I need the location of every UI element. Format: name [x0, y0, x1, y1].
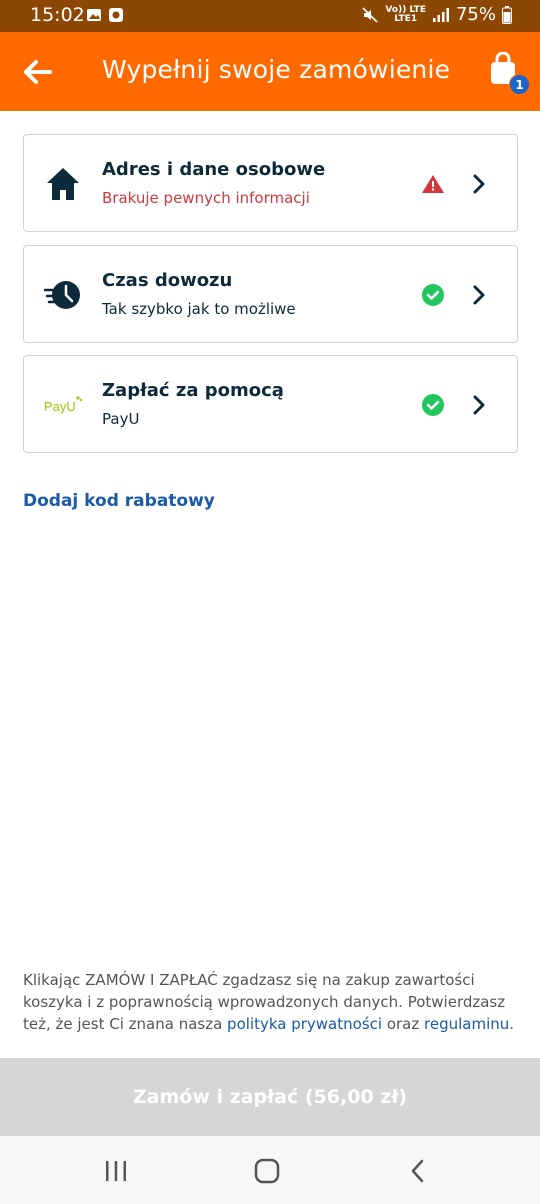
cart-count-badge: 1 — [509, 74, 530, 95]
arrow-left-icon — [24, 60, 52, 84]
network-bottom: LTE1 — [394, 13, 418, 24]
section-subtitle: Tak szybko jak to możliwe — [102, 300, 296, 318]
app-bar: Wypełnij swoje zamówienie — [0, 32, 540, 111]
back-button[interactable] — [22, 56, 56, 88]
battery-percent: 75% — [455, 4, 496, 25]
status-bar: 15:02 Vo)) LTE LTE1 75% — [0, 0, 540, 32]
chevron-right-icon — [473, 285, 485, 305]
mute-icon — [362, 6, 378, 23]
home-circle-icon — [254, 1158, 280, 1184]
recent-apps-icon — [106, 1161, 126, 1181]
terms-text-middle: oraz — [382, 1015, 424, 1033]
privacy-policy-link[interactable]: polityka prywatności — [227, 1015, 382, 1033]
section-subtitle: Brakuje pewnych informacji — [102, 189, 310, 207]
chevron-left-icon — [411, 1159, 424, 1183]
gallery-icon — [87, 9, 101, 21]
app-notification-icon — [109, 8, 123, 22]
section-title: Zapłać za pomocą — [102, 380, 284, 401]
page-title: Wypełnij swoje zamówienie — [102, 55, 451, 84]
recent-apps-button[interactable] — [102, 1158, 130, 1184]
battery-icon — [502, 5, 512, 24]
chevron-right-icon — [473, 395, 485, 415]
delivery-time-section[interactable]: Czas dowozu Tak szybko jak to możliwe — [23, 245, 518, 343]
payu-logo: PayU — [44, 396, 83, 414]
address-section[interactable]: Adres i dane osobowe Brakuje pewnych inf… — [23, 134, 518, 232]
system-back-button[interactable] — [405, 1158, 433, 1184]
order-and-pay-button[interactable]: Zamów i zapłać (56,00 zł) — [0, 1058, 540, 1136]
notification-icons — [86, 7, 124, 23]
add-discount-code-link[interactable]: Dodaj kod rabatowy — [23, 491, 215, 511]
house-icon — [47, 168, 79, 200]
network-indicator: Vo)) LTE LTE1 — [385, 5, 426, 24]
check-circle-icon — [422, 284, 444, 306]
status-time: 15:02 — [30, 4, 85, 26]
svg-text:PayU: PayU — [44, 399, 76, 414]
terms-text: Klikając ZAMÓW I ZAPŁAĆ zgadzasz się na … — [23, 969, 523, 1035]
status-right: Vo)) LTE LTE1 75% — [361, 4, 512, 25]
section-title: Czas dowozu — [102, 270, 233, 291]
warning-icon — [422, 175, 444, 193]
signal-icon — [432, 7, 449, 22]
system-nav-bar — [0, 1136, 540, 1204]
section-title: Adres i dane osobowe — [102, 159, 326, 180]
terms-text-after: . — [509, 1015, 515, 1033]
terms-of-service-link[interactable]: regulaminu — [424, 1015, 509, 1033]
section-subtitle: PayU — [102, 410, 140, 428]
chevron-right-icon — [473, 174, 485, 194]
delivery-clock-icon — [44, 281, 80, 309]
check-circle-icon — [422, 394, 444, 416]
home-button[interactable] — [253, 1158, 281, 1184]
payment-section[interactable]: PayU Zapłać za pomocą PayU — [23, 355, 518, 453]
